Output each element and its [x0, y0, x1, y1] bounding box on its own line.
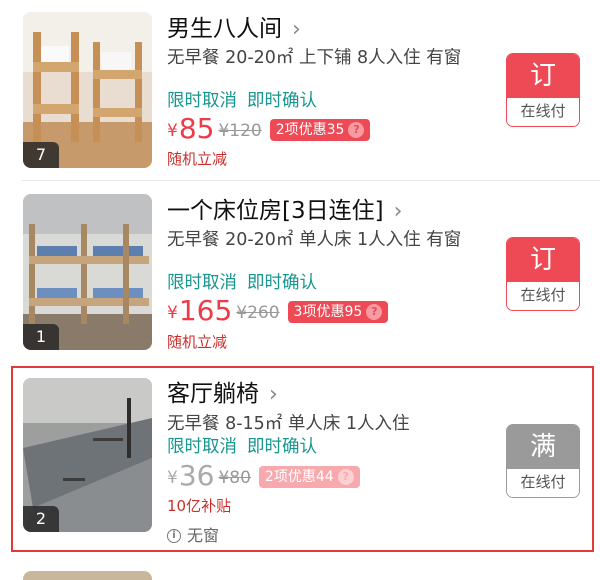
currency-symbol: ¥ [167, 303, 178, 323]
promo-text: 2项优惠35 [275, 122, 345, 138]
policy-cancel: 限时取消 [167, 91, 237, 111]
room-photo[interactable]: 1 [23, 194, 152, 350]
room-title[interactable]: 一个床位房[3日连住] › [167, 196, 402, 227]
room-card[interactable]: 7 男生八人间 › 无早餐 20-20㎡ 上下铺 8人入住 有窗 限时取消 即时确认… [0, 0, 600, 180]
original-price: ¥260 [236, 303, 280, 323]
room-card[interactable]: 1 一个床位房[3日连住] › 无早餐 20-20㎡ 单人床 1人入住 有窗 限时… [0, 181, 600, 361]
price-row: ¥ 165 ¥260 3项优惠95 ? [167, 294, 389, 327]
policy-confirm: 即时确认 [247, 273, 317, 293]
room-description: 无早餐 20-20㎡ 上下铺 8人入住 有窗 [167, 48, 462, 68]
promo-badge[interactable]: 3项优惠95 ? [287, 301, 389, 323]
photo-count: 7 [23, 142, 59, 168]
book-button[interactable]: 订 在线付 [506, 53, 580, 127]
room-policies: 限时取消 即时确认 [167, 90, 317, 112]
chevron-right-icon: › [292, 17, 301, 42]
room-photo[interactable]: 7 [23, 12, 152, 168]
pay-label: 在线付 [507, 282, 579, 310]
help-icon: ? [366, 304, 383, 320]
policy-confirm: 即时确认 [247, 91, 317, 111]
room-policies: 限时取消 即时确认 [167, 272, 317, 294]
promo-text: 3项优惠95 [293, 304, 363, 320]
chevron-right-icon: › [393, 199, 403, 224]
help-icon: ? [348, 122, 365, 138]
room-name: 男生八人间 [167, 16, 282, 42]
room-photo-partial[interactable] [23, 571, 152, 580]
discount-note: 随机立减 [167, 333, 228, 351]
price-row: ¥ 85 ¥120 2项优惠35 ? [167, 112, 371, 145]
photo-count: 1 [23, 324, 59, 350]
selection-highlight [11, 366, 594, 552]
policy-cancel: 限时取消 [167, 273, 237, 293]
room-price: 165 [178, 294, 233, 327]
room-name: 一个床位房[3日连住] [167, 198, 384, 224]
original-price: ¥120 [218, 121, 262, 141]
discount-note: 随机立减 [167, 150, 228, 168]
promo-badge[interactable]: 2项优惠35 ? [269, 119, 371, 141]
room-description: 无早餐 20-20㎡ 单人床 1人入住 有窗 [167, 230, 462, 250]
pay-label: 在线付 [507, 98, 579, 126]
room-price: 85 [178, 112, 215, 145]
book-label: 订 [507, 54, 579, 98]
book-label: 订 [507, 238, 579, 282]
book-button[interactable]: 订 在线付 [506, 237, 580, 311]
room-title[interactable]: 男生八人间 › [167, 14, 301, 45]
currency-symbol: ¥ [167, 121, 178, 141]
